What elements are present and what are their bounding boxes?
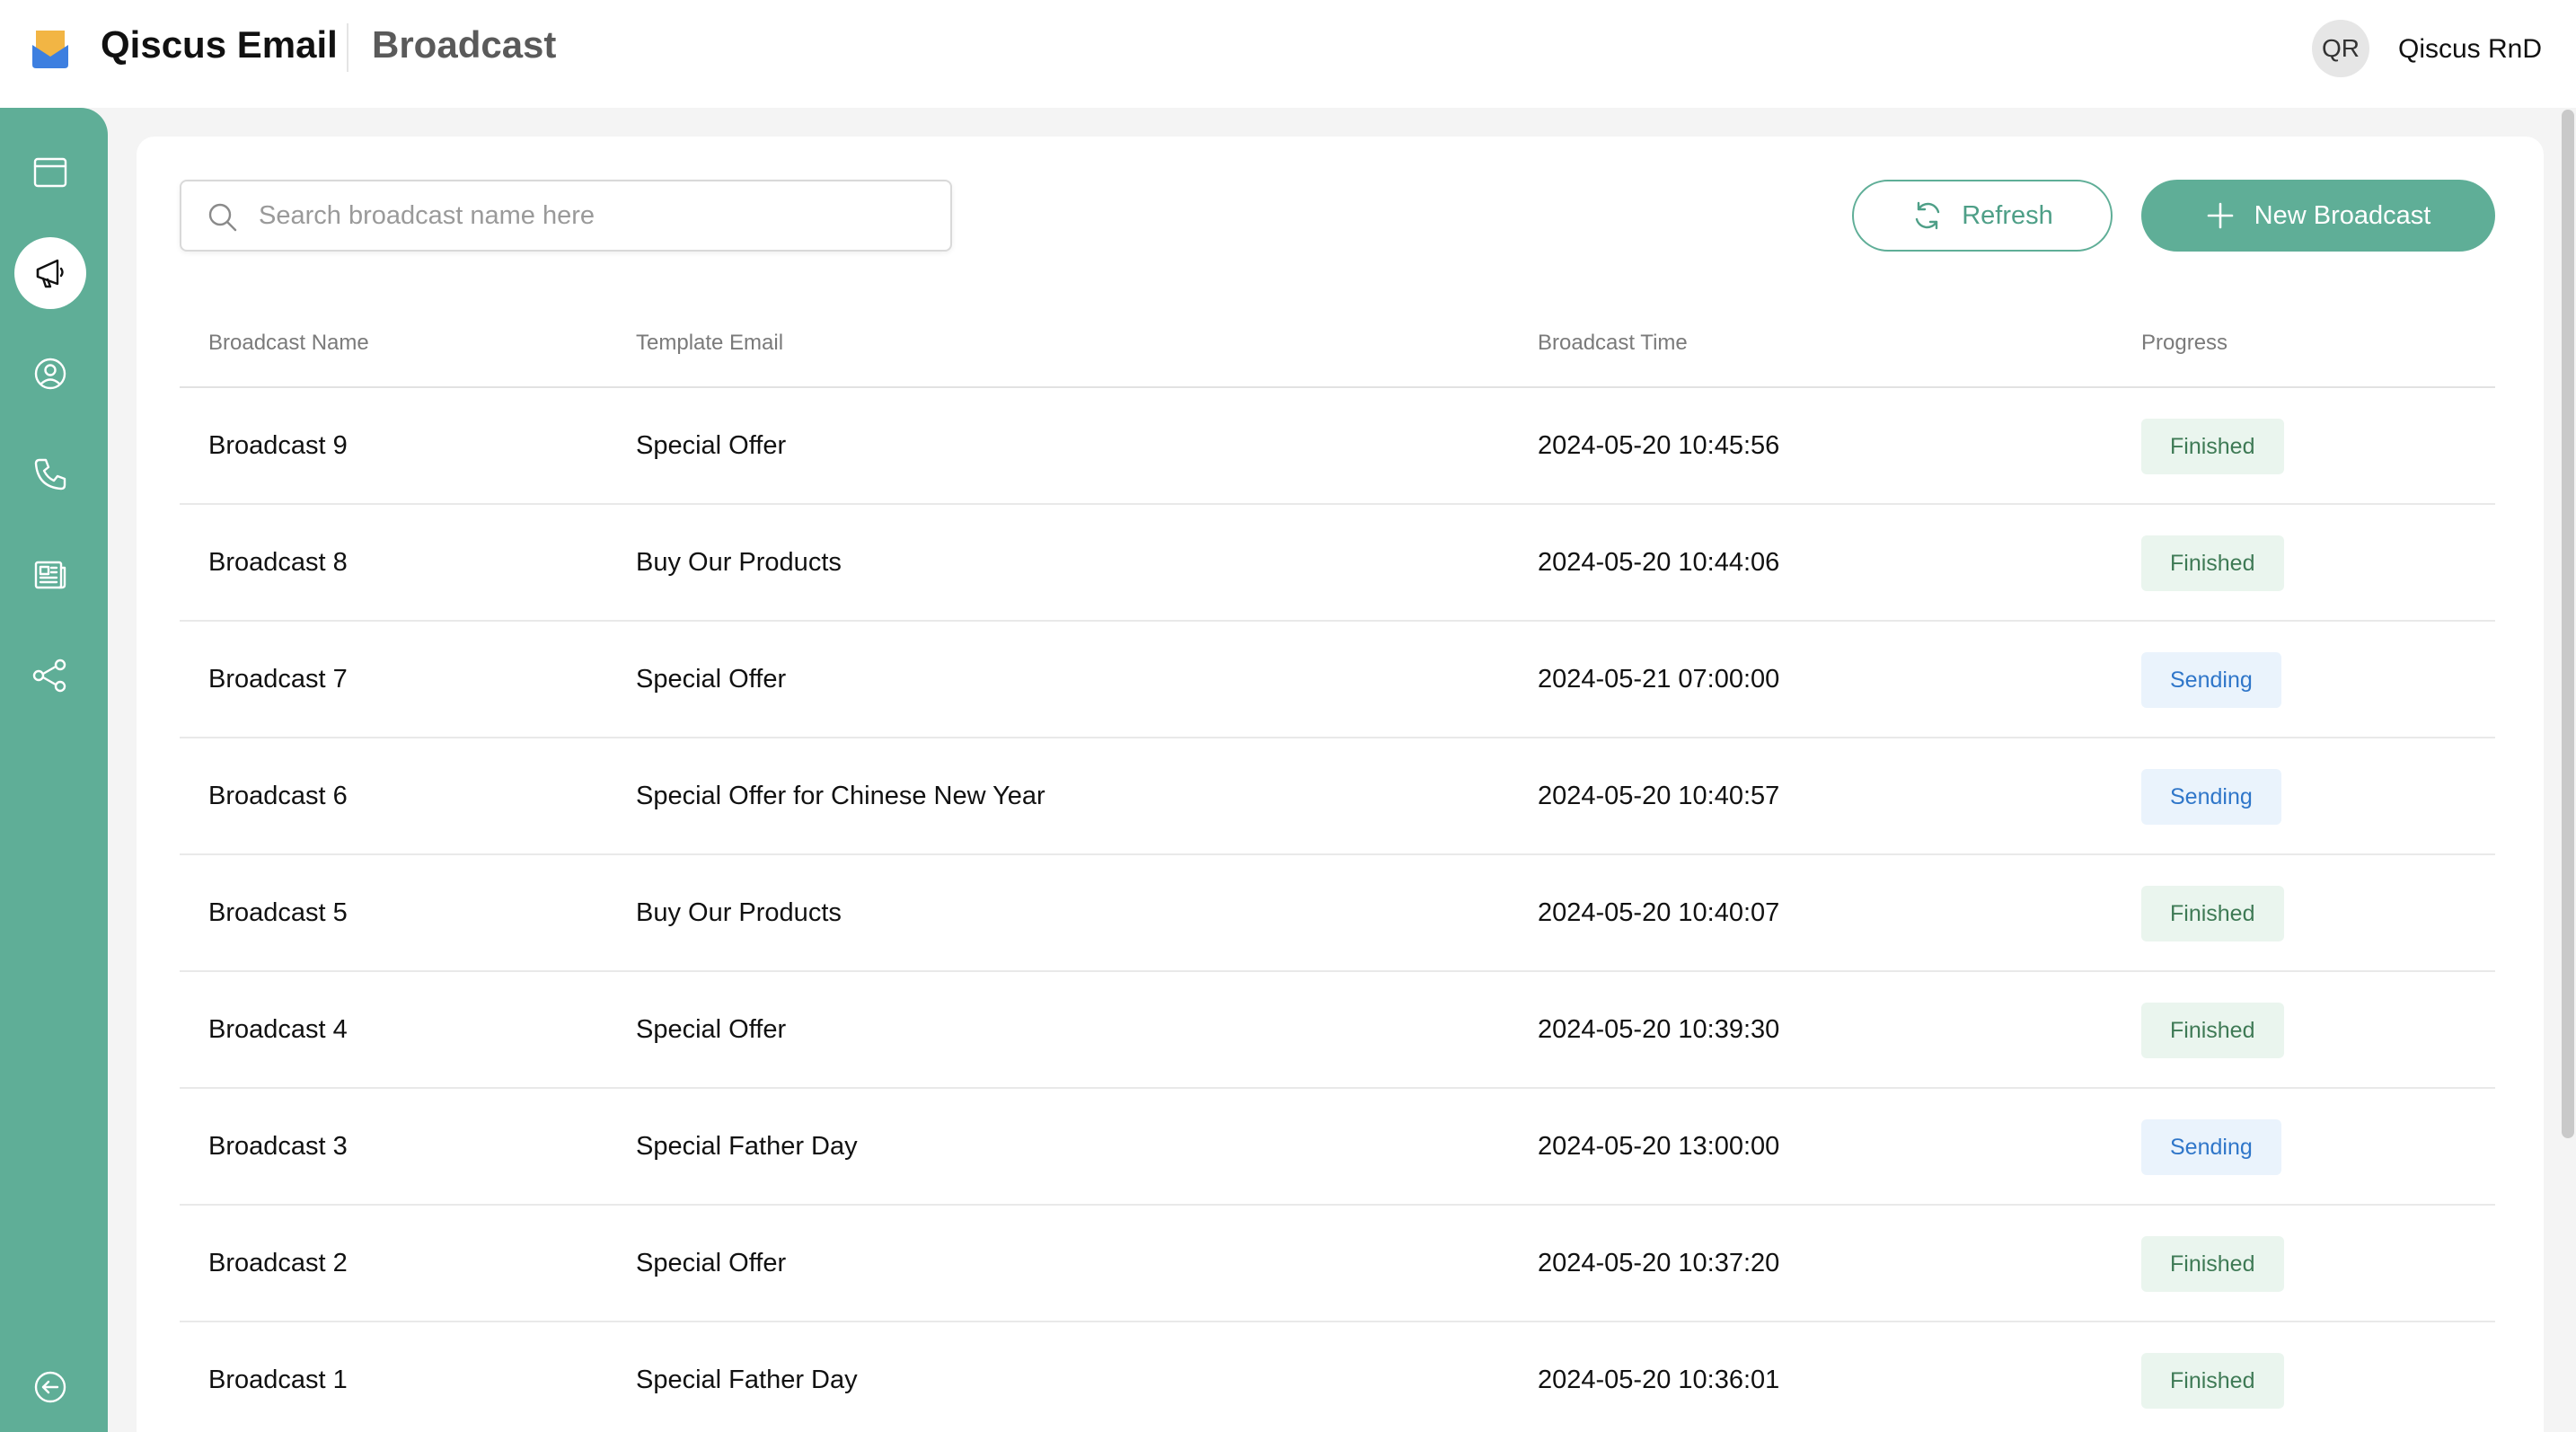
status-badge: Finished	[2141, 1003, 2284, 1058]
broadcast-time: 2024-05-20 10:39:30	[1538, 1015, 1780, 1044]
template-email: Special Father Day	[636, 1366, 858, 1394]
refresh-label: Refresh	[1962, 200, 2053, 230]
status-badge: Finished	[2141, 1353, 2284, 1409]
scrollbar[interactable]	[2562, 110, 2574, 1138]
phone-icon	[34, 458, 66, 491]
table-row[interactable]: Broadcast 1 Special Father Day 2024-05-2…	[180, 1322, 2495, 1432]
broadcast-name: Broadcast 2	[208, 1249, 348, 1277]
sidebar-item-templates[interactable]	[14, 539, 86, 611]
status-badge: Finished	[2141, 419, 2284, 474]
sidebar-item-dashboard[interactable]	[14, 137, 86, 208]
broadcast-name: Broadcast 7	[208, 665, 348, 694]
broadcast-time: 2024-05-20 10:40:57	[1538, 782, 1780, 810]
arrow-left-circle-icon	[34, 1371, 66, 1403]
broadcast-time: 2024-05-20 13:00:00	[1538, 1132, 1780, 1161]
status-badge: Sending	[2141, 652, 2281, 708]
template-email: Buy Our Products	[636, 898, 842, 927]
broadcast-name: Broadcast 1	[208, 1366, 348, 1394]
table-row[interactable]: Broadcast 5 Buy Our Products 2024-05-20 …	[180, 855, 2495, 972]
sidebar-item-integrations[interactable]	[14, 640, 86, 712]
template-email: Special Offer	[636, 431, 787, 460]
refresh-button[interactable]: Refresh	[1852, 180, 2113, 252]
newspaper-icon	[34, 561, 66, 589]
broadcast-name: Broadcast 8	[208, 548, 348, 577]
user-circle-icon	[34, 358, 66, 390]
sidebar-collapse-button[interactable]	[14, 1351, 86, 1423]
search-icon	[208, 203, 237, 232]
broadcast-time: 2024-05-20 10:44:06	[1538, 548, 1780, 577]
table-row[interactable]: Broadcast 9 Special Offer 2024-05-20 10:…	[180, 388, 2495, 505]
template-email: Special Offer for Chinese New Year	[636, 782, 1045, 810]
table-row[interactable]: Broadcast 3 Special Father Day 2024-05-2…	[180, 1089, 2495, 1206]
top-bar: Qiscus Email Broadcast QR Qiscus RnD	[0, 0, 2576, 108]
page-title: Broadcast	[372, 23, 557, 66]
broadcast-name: Broadcast 5	[208, 898, 348, 927]
template-email: Buy Our Products	[636, 548, 842, 577]
search-box[interactable]	[180, 180, 952, 252]
broadcast-time: 2024-05-20 10:36:01	[1538, 1366, 1780, 1394]
column-header-time[interactable]: Broadcast Time	[1538, 331, 1688, 356]
broadcast-name: Broadcast 3	[208, 1132, 348, 1161]
broadcast-time: 2024-05-20 10:37:20	[1538, 1249, 1780, 1277]
content-panel: Refresh New Broadcast Broadcast Name Tem…	[137, 137, 2544, 1432]
avatar[interactable]: QR	[2312, 20, 2369, 77]
status-badge: Finished	[2141, 1236, 2284, 1292]
app-name: Qiscus Email	[101, 23, 338, 66]
browser-window-icon	[33, 157, 67, 188]
sidebar-item-calls[interactable]	[14, 438, 86, 510]
status-badge: Sending	[2141, 769, 2281, 825]
column-header-name[interactable]: Broadcast Name	[208, 331, 369, 356]
new-broadcast-button[interactable]: New Broadcast	[2141, 180, 2495, 252]
megaphone-icon	[36, 259, 64, 288]
table-row[interactable]: Broadcast 7 Special Offer 2024-05-21 07:…	[180, 622, 2495, 738]
template-email: Special Offer	[636, 1015, 787, 1044]
title-divider	[347, 23, 348, 72]
table-row[interactable]: Broadcast 2 Special Offer 2024-05-20 10:…	[180, 1206, 2495, 1322]
broadcast-time: 2024-05-20 10:45:56	[1538, 431, 1780, 460]
broadcast-name: Broadcast 6	[208, 782, 348, 810]
template-email: Special Offer	[636, 665, 787, 694]
refresh-icon	[1916, 201, 1940, 230]
sidebar-item-contacts[interactable]	[14, 338, 86, 410]
sidebar	[0, 108, 108, 1432]
column-header-template[interactable]: Template Email	[636, 331, 783, 356]
sidebar-item-broadcast[interactable]	[14, 237, 86, 309]
search-input[interactable]	[259, 181, 941, 250]
envelope-logo-icon	[32, 31, 68, 68]
broadcast-time: 2024-05-20 10:40:07	[1538, 898, 1780, 927]
status-badge: Sending	[2141, 1119, 2281, 1175]
column-header-progress[interactable]: Progress	[2141, 331, 2228, 356]
broadcast-name: Broadcast 4	[208, 1015, 348, 1044]
table-row[interactable]: Broadcast 6 Special Offer for Chinese Ne…	[180, 738, 2495, 855]
plus-icon	[2207, 202, 2233, 229]
status-badge: Finished	[2141, 886, 2284, 941]
status-badge: Finished	[2141, 535, 2284, 591]
broadcast-table: Broadcast Name Template Email Broadcast …	[180, 311, 2495, 1432]
share-nodes-icon	[32, 659, 66, 693]
table-header: Broadcast Name Template Email Broadcast …	[180, 311, 2495, 388]
template-email: Special Offer	[636, 1249, 787, 1277]
table-row[interactable]: Broadcast 8 Buy Our Products 2024-05-20 …	[180, 505, 2495, 622]
broadcast-time: 2024-05-21 07:00:00	[1538, 665, 1780, 694]
new-broadcast-label: New Broadcast	[2254, 200, 2431, 230]
template-email: Special Father Day	[636, 1132, 858, 1161]
user-name[interactable]: Qiscus RnD	[2398, 34, 2542, 65]
table-row[interactable]: Broadcast 4 Special Offer 2024-05-20 10:…	[180, 972, 2495, 1089]
broadcast-name: Broadcast 9	[208, 431, 348, 460]
